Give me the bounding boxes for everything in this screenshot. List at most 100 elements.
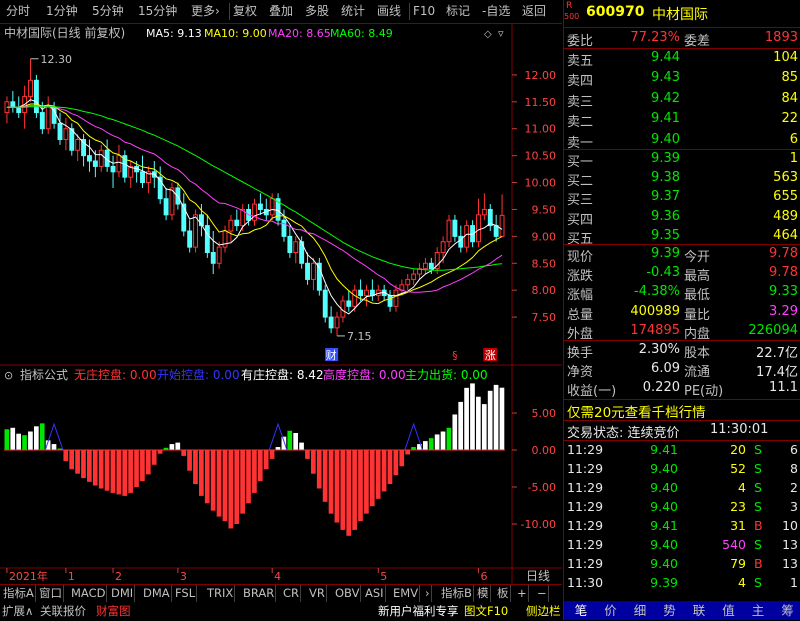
extension-tab-0[interactable]: 扩展∧ xyxy=(2,603,33,620)
extension-tab-2[interactable]: 财富图 xyxy=(96,603,131,620)
indicator-bar xyxy=(116,450,121,494)
toolbar-item-5[interactable]: 复权 xyxy=(233,3,257,20)
indicator-tab-10[interactable]: OBV xyxy=(334,585,361,602)
candle-body xyxy=(88,156,92,161)
toolbar-item-4[interactable]: 更多› xyxy=(191,3,220,20)
sell-price-0[interactable]: 9.44 xyxy=(624,50,680,65)
indicator-tab-0[interactable]: 指标A xyxy=(2,585,36,602)
candle-body xyxy=(323,290,327,317)
quote-tab-1[interactable]: 价 xyxy=(598,602,624,619)
toolbar-item-0[interactable]: 分时 xyxy=(6,3,30,20)
quote-tab-5[interactable]: 值 xyxy=(716,602,742,619)
candle-body xyxy=(441,242,445,253)
stat-label2-0: 今开 xyxy=(684,246,710,265)
candle-body xyxy=(258,204,262,209)
indicator-bar xyxy=(458,402,463,450)
indicator-bar xyxy=(299,443,304,450)
promo-banner[interactable]: 仅需20元查看千档行情 xyxy=(567,401,706,421)
buy-vol-3: 489 xyxy=(714,209,798,224)
toolbar-item-9[interactable]: 画线 xyxy=(377,3,401,20)
indicator-tab-18[interactable]: − xyxy=(536,585,549,602)
candle-body xyxy=(406,279,410,284)
indicator-tab-12[interactable]: EMV xyxy=(392,585,420,602)
toolbar-item-13[interactable]: 返回 xyxy=(522,3,546,20)
stat-value-0: 9.39 xyxy=(612,246,680,261)
indicator-tab-11[interactable]: ASI xyxy=(364,585,386,602)
buy-price-1[interactable]: 9.38 xyxy=(624,170,680,185)
stat-value2-0: 9.78 xyxy=(730,246,798,261)
fund-value2-1: 17.4亿 xyxy=(730,361,798,380)
indicator-tab-5[interactable]: FSL xyxy=(174,585,197,602)
indicator-bar xyxy=(358,450,363,521)
sell-price-4[interactable]: 9.40 xyxy=(624,132,680,147)
indicator-tab-3[interactable]: DMI xyxy=(110,585,135,602)
buy-price-3[interactable]: 9.36 xyxy=(624,209,680,224)
extension-tab-1[interactable]: 关联报价 xyxy=(40,603,86,620)
promo-link-0[interactable]: 新用户福利专享 xyxy=(378,603,459,620)
time-tick-label: 5 xyxy=(380,570,387,583)
indicator-bar xyxy=(346,450,351,536)
toolbar-item-6[interactable]: 叠加 xyxy=(269,3,293,20)
toolbar-item-8[interactable]: 统计 xyxy=(341,3,365,20)
indicator-bar xyxy=(234,450,239,524)
candle-body xyxy=(235,220,239,225)
toolbar-item-10[interactable]: F10 xyxy=(413,3,435,20)
indicator-bar xyxy=(470,383,475,450)
indicator-tab-6[interactable]: TRIX xyxy=(206,585,235,602)
indicator-tab-17[interactable]: + xyxy=(516,585,529,602)
candle-body xyxy=(117,156,121,172)
indicator-tab-4[interactable]: DMA xyxy=(142,585,172,602)
sell-label-1: 卖四 xyxy=(567,70,593,89)
sell-price-3[interactable]: 9.41 xyxy=(624,111,680,126)
sell-price-2[interactable]: 9.42 xyxy=(624,91,680,106)
tick-price-6: 9.40 xyxy=(624,556,678,571)
indicator-tab-7[interactable]: BRAR xyxy=(242,585,276,602)
tick-vol-6: 79 xyxy=(690,556,746,571)
quote-tab-7[interactable]: 筹 xyxy=(775,602,800,619)
main-title: 中材国际(日线 前复权) xyxy=(4,25,125,40)
quote-tab-2[interactable]: 细 xyxy=(627,602,653,619)
indicator-bar xyxy=(87,450,92,482)
promo-link-1[interactable]: 图文F10 xyxy=(464,603,508,620)
price-tick-label: 9.00 xyxy=(532,230,557,243)
indicator-tab-16[interactable]: 板 xyxy=(496,585,511,602)
toolbar-item-7[interactable]: 多股 xyxy=(305,3,329,20)
indicator-bar xyxy=(429,438,434,450)
toolbar-item-12[interactable]: -自选 xyxy=(482,3,510,20)
price-tick-label: 12.00 xyxy=(525,69,557,82)
fund-label-2: 收益(一) xyxy=(567,380,616,399)
indicator-bar xyxy=(329,450,334,514)
toolbar-item-2[interactable]: 5分钟 xyxy=(92,3,124,20)
stat-value-2: -4.38% xyxy=(612,284,680,299)
quote-tab-6[interactable]: 主 xyxy=(745,602,771,619)
quote-tab-0[interactable]: 笔 xyxy=(568,602,594,619)
tick-vol-2: 4 xyxy=(690,480,746,495)
buy-price-4[interactable]: 9.35 xyxy=(624,228,680,243)
buy-price-0[interactable]: 9.39 xyxy=(624,151,680,166)
indicator-tab-13[interactable]: › xyxy=(424,585,432,602)
fund-value2-2: 11.1 xyxy=(730,380,798,395)
tick-count-7: 1 xyxy=(764,575,798,590)
indicator-legend-1: 开始控盘: 0.00 xyxy=(157,367,240,382)
quote-tab-3[interactable]: 势 xyxy=(657,602,683,619)
weicha-value: 1893 xyxy=(744,30,798,45)
indicator-tab-14[interactable]: 指标B xyxy=(440,585,474,602)
indicator-bar xyxy=(464,388,469,450)
indicator-tab-15[interactable]: 模 xyxy=(476,585,491,602)
toolbar-item-1[interactable]: 1分钟 xyxy=(46,3,78,20)
price-tick-label: 11.00 xyxy=(525,123,557,136)
divider xyxy=(564,340,800,341)
fund-label2-1: 流通 xyxy=(684,361,710,380)
indicator-tab-8[interactable]: CR xyxy=(282,585,301,602)
toolbar-item-3[interactable]: 15分钟 xyxy=(138,3,177,20)
quote-tab-4[interactable]: 联 xyxy=(686,602,712,619)
indicator-tab-1[interactable]: 窗口 xyxy=(38,585,64,602)
indicator-tab-2[interactable]: MACD xyxy=(70,585,107,602)
ma-legend-3: MA60: 8.49 xyxy=(330,27,393,40)
stat-label-3: 总量 xyxy=(567,304,593,323)
sell-price-1[interactable]: 9.43 xyxy=(624,70,680,85)
toolbar-item-11[interactable]: 标记 xyxy=(446,3,470,20)
tick-time-0: 11:29 xyxy=(567,442,603,457)
buy-price-2[interactable]: 9.37 xyxy=(624,189,680,204)
indicator-tab-9[interactable]: VR xyxy=(308,585,327,602)
